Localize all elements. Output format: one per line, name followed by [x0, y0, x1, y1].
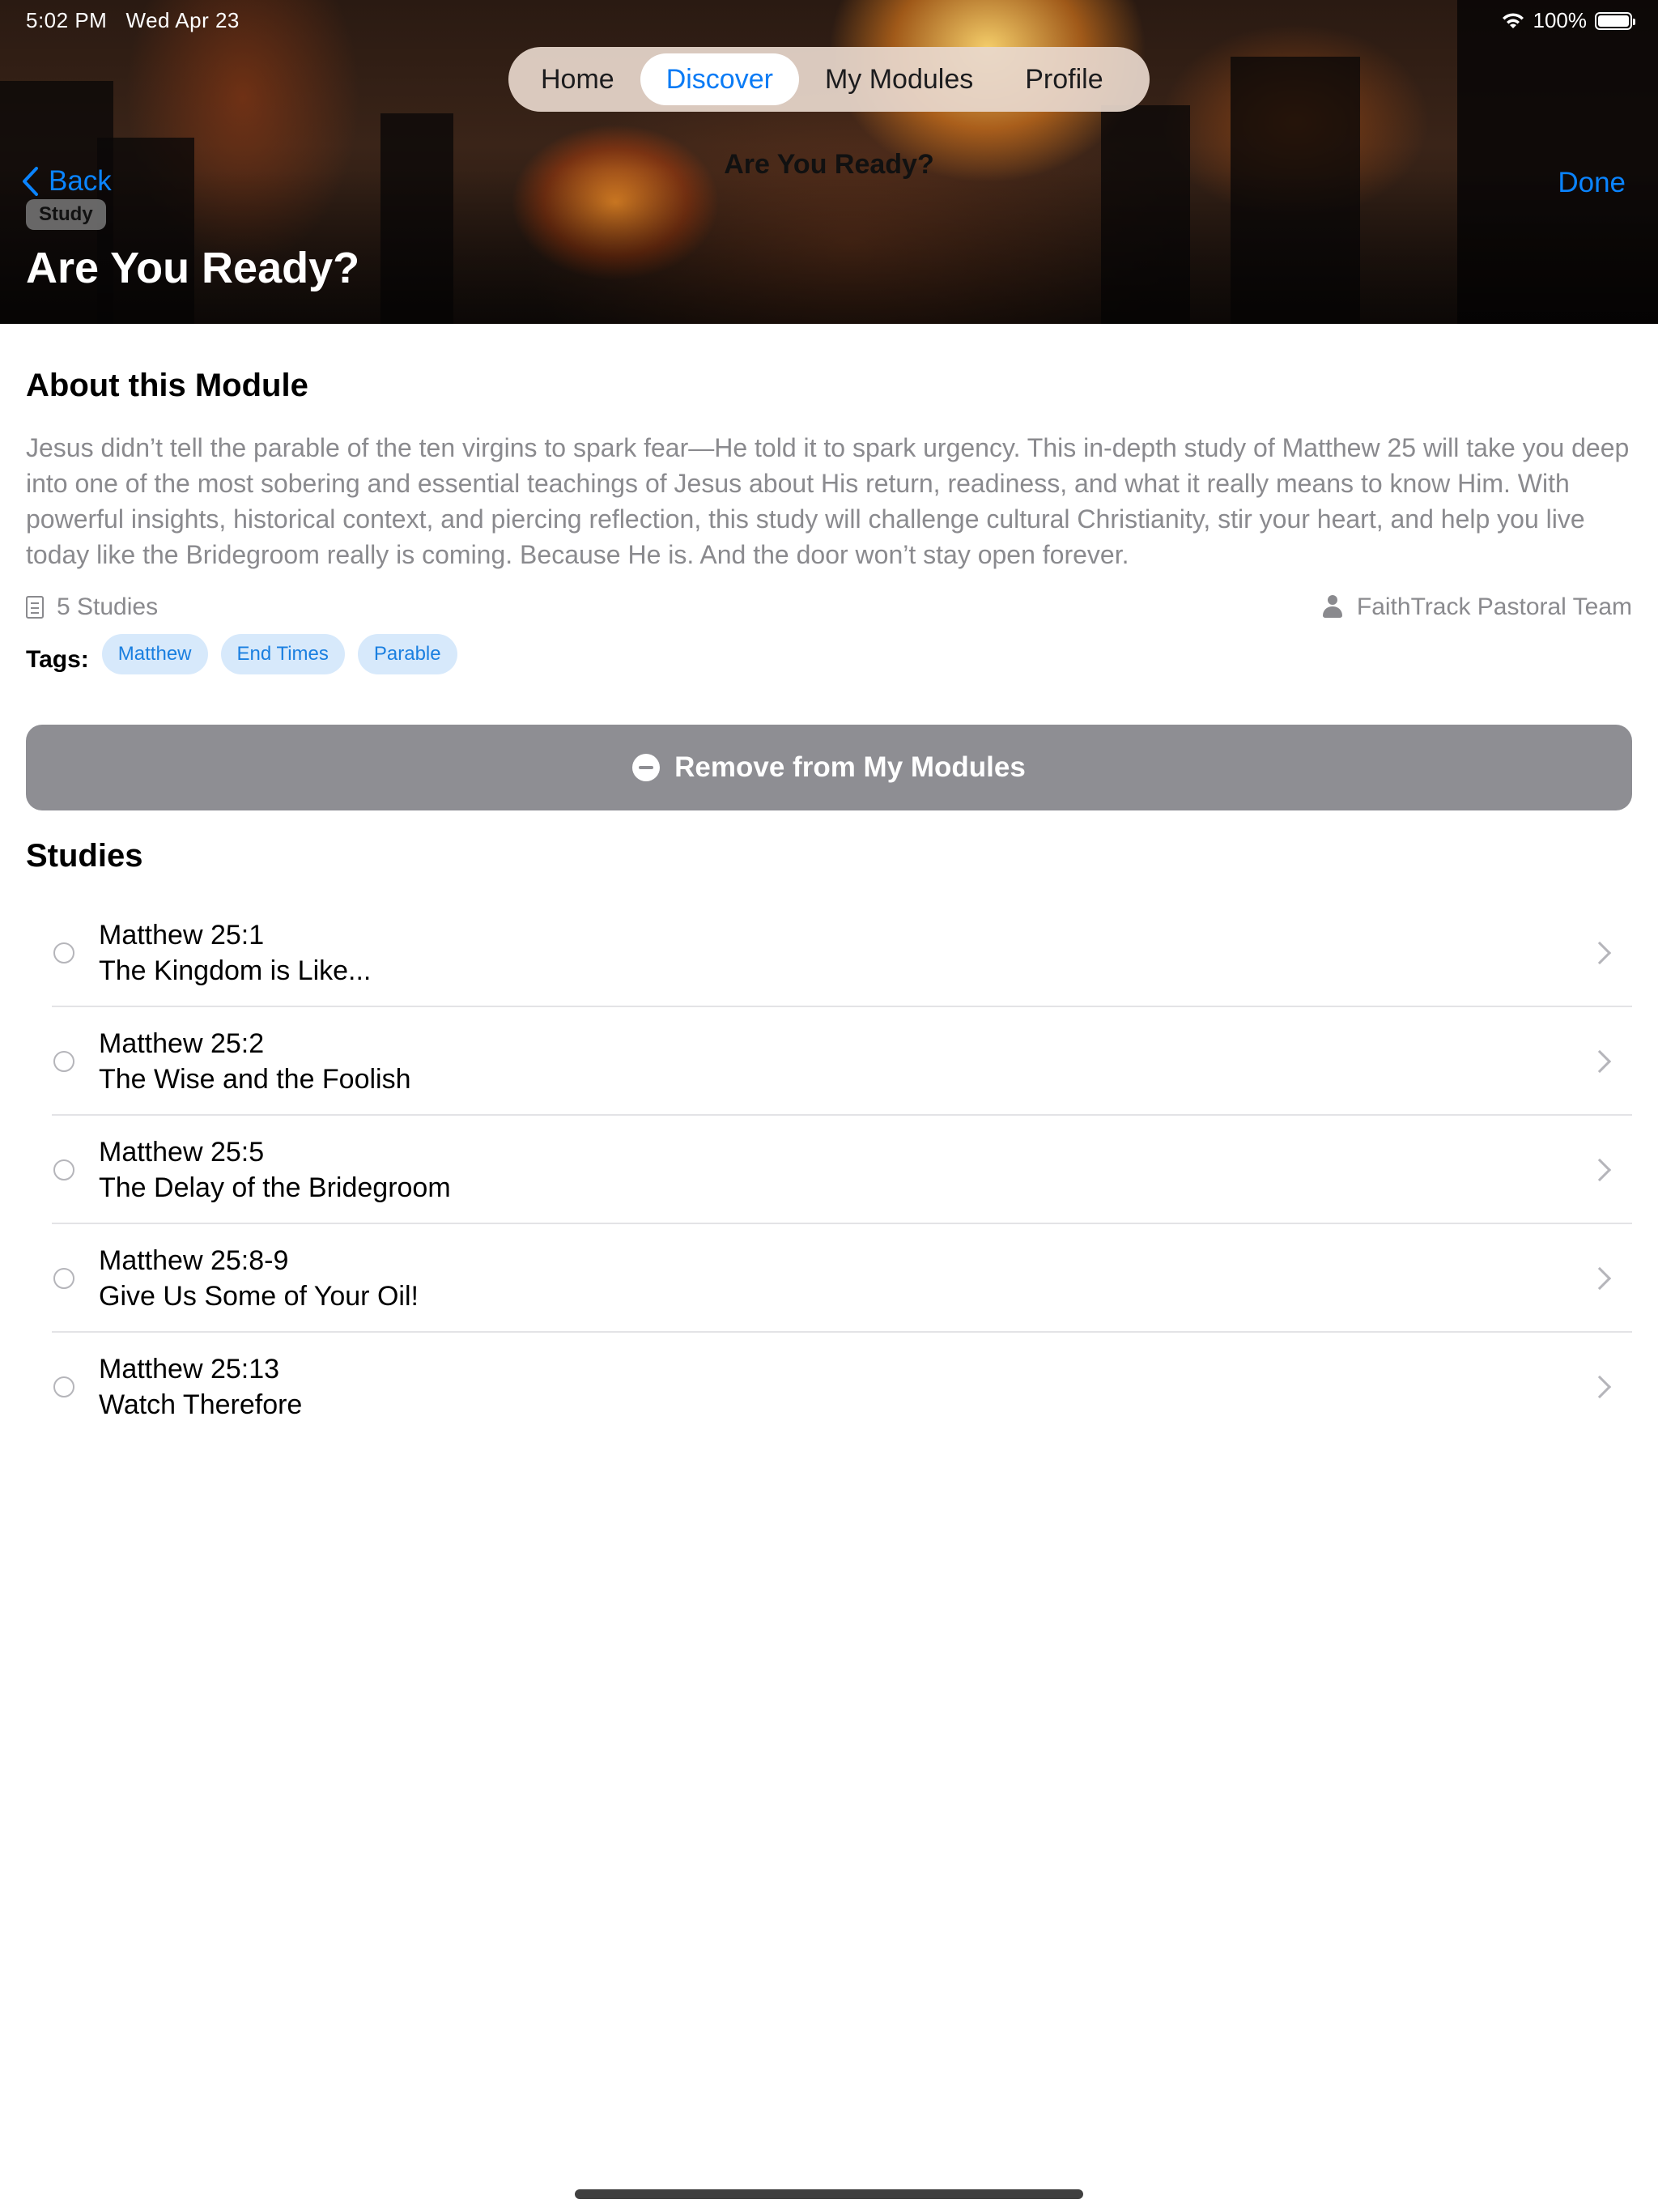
- studies-list: Matthew 25:1 The Kingdom is Like... Matthe…: [26, 899, 1632, 1441]
- study-row[interactable]: Matthew 25:8-9 Give Us Some of Your Oil!: [26, 1224, 1632, 1333]
- battery-icon: [1595, 11, 1635, 30]
- about-description: Jesus didn’t tell the parable of the ten…: [26, 433, 1630, 569]
- done-button[interactable]: Done: [1558, 167, 1626, 199]
- module-content: About this Module Jesus didn’t tell the …: [26, 324, 1632, 1441]
- chevron-right-icon: [1588, 1375, 1612, 1399]
- study-reference: Matthew 25:5: [99, 1137, 265, 1168]
- tag-chip[interactable]: End Times: [220, 634, 345, 674]
- tab-discover[interactable]: Discover: [640, 53, 799, 105]
- study-text: Matthew 25:13 Watch Therefore: [99, 1353, 302, 1421]
- remove-button-label: Remove from My Modules: [674, 751, 1026, 783]
- study-reference: Matthew 25:8-9: [99, 1245, 289, 1276]
- document-icon: [26, 596, 44, 619]
- study-title: The Delay of the Bridegroom: [99, 1172, 451, 1203]
- tags-row: Tags: Matthew End Times Parable: [26, 634, 1632, 674]
- study-row[interactable]: Matthew 25:1 The Kingdom is Like...: [26, 899, 1632, 1007]
- person-icon: [1321, 595, 1344, 619]
- status-time: 5:02 PM Wed Apr 23: [26, 8, 240, 33]
- completion-circle-icon[interactable]: [53, 1268, 74, 1289]
- study-title: Watch Therefore: [99, 1389, 303, 1420]
- chevron-right-icon: [1588, 1266, 1612, 1291]
- study-title: The Kingdom is Like...: [99, 955, 372, 986]
- author-name: FaithTrack Pastoral Team: [1356, 593, 1632, 620]
- study-count: 5 Studies: [26, 593, 158, 621]
- battery-percent: 100%: [1533, 8, 1588, 32]
- tab-my-modules[interactable]: My Modules: [799, 53, 999, 105]
- status-date-text: Wed Apr 23: [125, 8, 240, 32]
- minus-circle-icon: [632, 754, 661, 781]
- completion-circle-icon[interactable]: [53, 1051, 74, 1072]
- study-text: Matthew 25:8-9 Give Us Some of Your Oil!: [99, 1244, 419, 1312]
- tags-label: Tags:: [26, 646, 89, 673]
- study-text: Matthew 25:2 The Wise and the Foolish: [99, 1027, 411, 1095]
- completion-circle-icon[interactable]: [53, 1376, 74, 1397]
- about-heading: About this Module: [26, 368, 308, 403]
- module-title: Are You Ready?: [26, 244, 360, 292]
- studies-heading: Studies: [26, 838, 143, 874]
- study-row[interactable]: Matthew 25:5 The Delay of the Bridegroom: [26, 1116, 1632, 1224]
- study-reference: Matthew 25:13: [99, 1354, 280, 1385]
- study-badge: Study: [26, 199, 106, 230]
- nav-title: Are You Ready?: [724, 149, 934, 180]
- chevron-right-icon: [1588, 941, 1612, 965]
- completion-circle-icon[interactable]: [53, 942, 74, 963]
- tag-chip[interactable]: Parable: [357, 634, 457, 674]
- study-count-text: 5 Studies: [57, 593, 159, 620]
- chevron-right-icon: [1588, 1049, 1612, 1074]
- battery-fill: [1598, 15, 1629, 27]
- remove-from-modules-button[interactable]: Remove from My Modules: [26, 725, 1632, 810]
- wifi-icon: [1502, 12, 1524, 28]
- module-meta: 5 Studies FaithTrack Pastoral Team: [26, 593, 1632, 621]
- study-text: Matthew 25:1 The Kingdom is Like...: [99, 919, 371, 987]
- tab-home[interactable]: Home: [515, 53, 640, 105]
- study-reference: Matthew 25:1: [99, 920, 265, 951]
- tab-profile[interactable]: Profile: [999, 53, 1129, 105]
- study-title: Give Us Some of Your Oil!: [99, 1281, 419, 1312]
- hero-header: 5:02 PM Wed Apr 23 100% Home Discover My M…: [0, 0, 1658, 324]
- status-indicators: 100%: [1501, 8, 1635, 33]
- study-title: The Wise and the Foolish: [99, 1064, 411, 1095]
- study-reference: Matthew 25:2: [99, 1028, 265, 1059]
- study-row[interactable]: Matthew 25:13 Watch Therefore: [26, 1333, 1632, 1441]
- study-text: Matthew 25:5 The Delay of the Bridegroom: [99, 1136, 451, 1204]
- completion-circle-icon[interactable]: [53, 1159, 74, 1180]
- tab-bar: Home Discover My Modules Profile: [508, 47, 1150, 112]
- author: FaithTrack Pastoral Team: [1321, 593, 1632, 621]
- status-time-text: 5:02 PM: [26, 8, 108, 32]
- tag-chip[interactable]: Matthew: [101, 634, 208, 674]
- study-row[interactable]: Matthew 25:2 The Wise and the Foolish: [26, 1007, 1632, 1116]
- home-indicator[interactable]: [575, 2189, 1083, 2199]
- chevron-right-icon: [1588, 1158, 1612, 1182]
